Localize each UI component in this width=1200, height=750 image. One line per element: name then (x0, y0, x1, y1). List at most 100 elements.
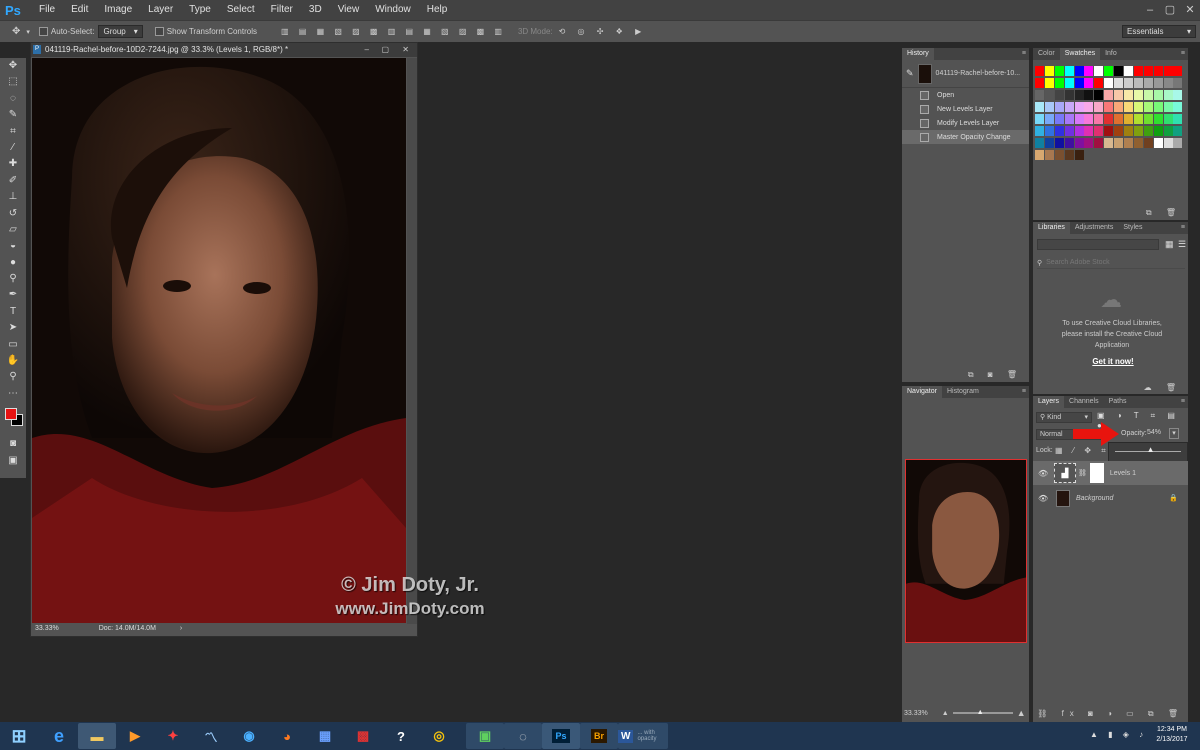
tab-paths[interactable]: Paths (1104, 396, 1132, 408)
swatch[interactable] (1084, 137, 1094, 149)
menu-3d[interactable]: 3D (301, 0, 330, 20)
layer-row[interactable]: 👁 ▟ ⛓ Levels 1 (1033, 461, 1188, 485)
swatch[interactable] (1104, 66, 1114, 77)
swatch[interactable] (1163, 137, 1173, 149)
file-explorer-icon[interactable]: ▬ (78, 723, 116, 749)
swatch[interactable] (1064, 113, 1074, 125)
swatch[interactable] (1074, 125, 1084, 137)
swatch[interactable] (1084, 113, 1094, 125)
layer-name[interactable]: Background (1076, 495, 1113, 502)
move-tool-icon[interactable]: ✥ (12, 26, 20, 37)
swatch[interactable] (1064, 125, 1074, 137)
start-button-icon[interactable]: ⊞ (4, 723, 34, 749)
swatch[interactable] (1064, 149, 1074, 161)
swatch[interactable] (1035, 125, 1044, 137)
swatch[interactable] (1163, 101, 1173, 113)
doc-close-icon[interactable]: ✕ (402, 43, 409, 57)
zoom-tool-icon[interactable]: ⚲ (0, 369, 26, 385)
tab-info[interactable]: Info (1100, 48, 1122, 60)
tab-navigator[interactable]: Navigator (902, 386, 942, 398)
quick-mask-icon[interactable]: ◙ (0, 436, 26, 452)
tab-layers[interactable]: Layers (1033, 396, 1065, 408)
align-icons[interactable]: ▥ ▤ ▦ ▧ ▨ ▩ ▥ ▤ ▦ ▧ ▨ ▩ ▥ (281, 27, 506, 36)
swatch[interactable] (1044, 137, 1054, 149)
swatch[interactable] (1133, 77, 1143, 89)
swatch[interactable] (1094, 113, 1104, 125)
internet-explorer-icon[interactable]: e (40, 723, 78, 749)
swatch[interactable] (1064, 66, 1074, 77)
lasso-tool-icon[interactable]: ◌ (0, 91, 26, 107)
swatch[interactable] (1173, 89, 1183, 101)
tab-styles[interactable]: Styles (1118, 222, 1147, 234)
swatch[interactable] (1153, 125, 1163, 137)
swatch[interactable] (1114, 125, 1124, 137)
swatch[interactable] (1035, 137, 1044, 149)
swatch[interactable] (1074, 113, 1084, 125)
swatch[interactable] (1104, 137, 1114, 149)
swatch[interactable] (1044, 77, 1054, 89)
eye-visibility-icon[interactable]: 👁 (1038, 469, 1048, 478)
swatch[interactable] (1064, 89, 1074, 101)
swatch[interactable] (1133, 66, 1143, 77)
panel-menu-icon[interactable]: ≡ (1022, 386, 1029, 398)
auto-select-checkbox[interactable] (38, 27, 48, 36)
swatch[interactable] (1124, 101, 1134, 113)
lock-icons[interactable]: ▦ ⁄ ✥ ⌗ (1055, 446, 1110, 456)
chain-link-icon[interactable]: ⛓ (1078, 469, 1087, 477)
swatch[interactable] (1173, 101, 1183, 113)
menu-image[interactable]: Image (96, 0, 140, 20)
swatch[interactable] (1153, 137, 1163, 149)
brush-tool-icon[interactable]: ✐ (0, 173, 26, 189)
document-tab[interactable]: P 041119-Rachel-before-10D2-7244.jpg @ 3… (31, 43, 417, 57)
app-icon-blue[interactable]: ▦ (306, 723, 344, 749)
app-icon-green[interactable]: ▣ (466, 723, 504, 749)
slider-thumb-icon[interactable]: ▲ (977, 709, 984, 716)
hand-tool-icon[interactable]: ✋ (0, 353, 26, 369)
swatch[interactable] (1094, 66, 1104, 77)
swatch[interactable] (1074, 137, 1084, 149)
app-icon-globe[interactable]: ◉ (230, 723, 268, 749)
swatch[interactable] (1133, 89, 1143, 101)
firefox-icon[interactable]: ◕ (268, 723, 306, 749)
zoom-in-icon[interactable]: ▲ (1017, 708, 1026, 718)
app-icon-tools[interactable]: ▩ (344, 723, 382, 749)
navigator-preview[interactable] (905, 459, 1027, 643)
swatch[interactable] (1054, 149, 1064, 161)
swatch[interactable] (1104, 125, 1114, 137)
menu-filter[interactable]: Filter (263, 0, 301, 20)
swatches-footer-icons[interactable]: ⧉ 🗑 (1146, 208, 1182, 218)
swatch[interactable] (1064, 137, 1074, 149)
swatch[interactable] (1035, 113, 1044, 125)
status-arrow-icon[interactable]: › (180, 625, 182, 632)
swatch[interactable] (1143, 77, 1153, 89)
doc-minimize-icon[interactable]: – (365, 43, 369, 57)
type-tool-icon[interactable]: T (0, 304, 26, 320)
swatch[interactable] (1104, 77, 1114, 89)
menu-help[interactable]: Help (419, 0, 456, 20)
photoshop-taskbar-icon[interactable]: Ps (542, 723, 580, 749)
swatch[interactable] (1143, 113, 1153, 125)
panel-menu-icon[interactable]: ≡ (1022, 48, 1029, 60)
swatch[interactable] (1173, 77, 1183, 89)
swatch[interactable] (1114, 77, 1124, 89)
3d-mode-icons[interactable]: ⟲ ◎ ✣ ❖ ▶ (559, 27, 647, 36)
menu-view[interactable]: View (330, 0, 368, 20)
swatch[interactable] (1064, 77, 1074, 89)
panel-menu-icon[interactable]: ≡ (1181, 48, 1188, 60)
eye-visibility-icon[interactable]: 👁 (1038, 494, 1048, 503)
app-icon-compass[interactable]: ◌ (504, 723, 542, 749)
paint-bucket-icon[interactable]: ◒ (0, 238, 26, 254)
layers-footer-icons[interactable]: ⛓ fx ◙ ◑ ▭ ⧉ 🗑 (1037, 709, 1184, 719)
history-item[interactable]: Modify Levels Layer (902, 116, 1029, 130)
swatch[interactable] (1124, 77, 1134, 89)
swatch[interactable] (1124, 125, 1134, 137)
media-player-icon[interactable]: ▶ (116, 723, 154, 749)
swatch[interactable] (1054, 66, 1064, 77)
menu-select[interactable]: Select (219, 0, 263, 20)
swatch[interactable] (1124, 113, 1134, 125)
swatch[interactable] (1064, 101, 1074, 113)
swatch[interactable] (1143, 137, 1153, 149)
bridge-taskbar-icon[interactable]: Br (580, 723, 618, 749)
swatch[interactable] (1054, 89, 1064, 101)
opacity-value[interactable]: 54% (1147, 429, 1167, 436)
